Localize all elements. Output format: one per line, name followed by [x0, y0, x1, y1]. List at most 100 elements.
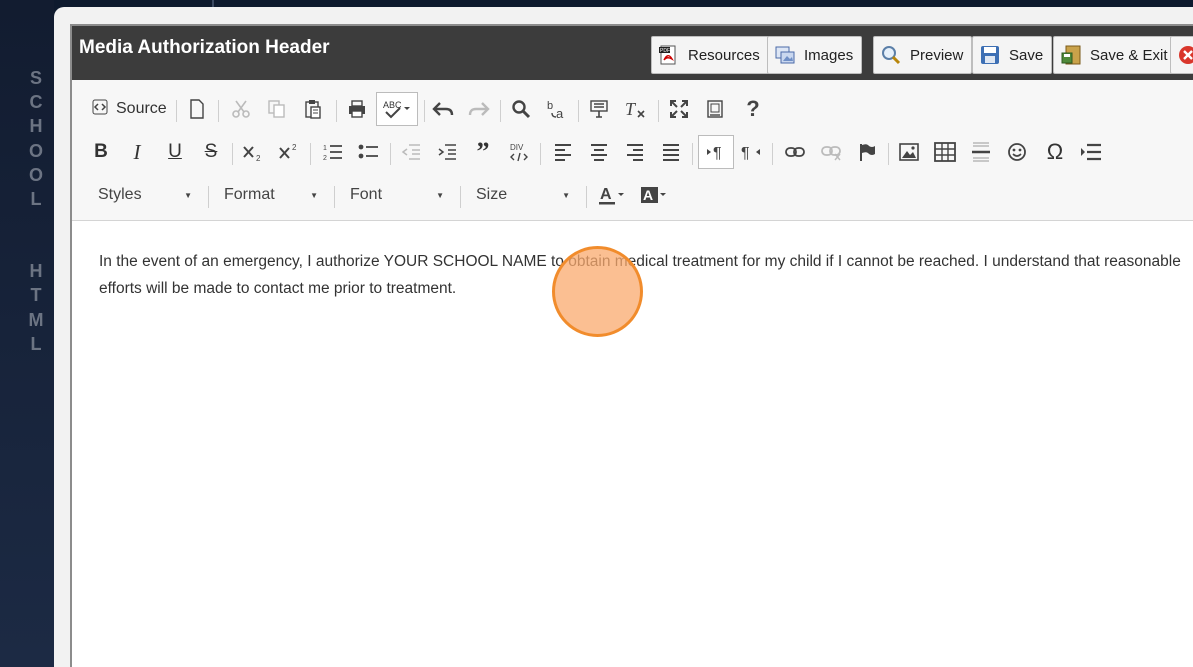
undo-icon[interactable]: [428, 92, 458, 126]
chevron-down-icon: ▼: [184, 190, 192, 200]
svg-text:a: a: [556, 106, 564, 120]
strikethrough-icon[interactable]: S: [196, 135, 226, 169]
text-color-icon[interactable]: A: [594, 178, 630, 212]
indent-icon[interactable]: [432, 135, 462, 169]
toolbar-row-3: Styles ▼ Format ▼ Font ▼ Size ▼ A A: [72, 178, 1193, 214]
special-char-icon[interactable]: Ω: [1040, 135, 1070, 169]
floppy-icon: [979, 44, 1001, 66]
anchor-flag-icon[interactable]: [852, 135, 882, 169]
styles-dropdown[interactable]: Styles ▼: [92, 178, 202, 212]
school-html-logo: S C H O O L H T M L: [26, 66, 46, 356]
close-icon: [1177, 44, 1193, 66]
bold-icon[interactable]: B: [86, 135, 116, 169]
svg-text:¶: ¶: [713, 145, 722, 162]
resources-button[interactable]: PDF Resources: [651, 36, 769, 74]
toolbar-separator: [586, 186, 587, 208]
redo-icon[interactable]: [464, 92, 494, 126]
print-icon[interactable]: [342, 92, 372, 126]
save-label: Save: [1009, 46, 1044, 64]
toolbar-separator: [176, 100, 177, 122]
superscript-icon[interactable]: 2: [274, 135, 304, 169]
preview-label: Preview: [910, 46, 964, 64]
toolbar-separator: [658, 100, 659, 122]
font-dropdown[interactable]: Font ▼: [344, 178, 454, 212]
new-page-icon[interactable]: [182, 92, 212, 126]
editor-header: Media Authorization Header PDF Resources…: [72, 26, 1193, 80]
text-direction-rtl-icon[interactable]: ¶: [736, 135, 766, 169]
toolbar-separator: [578, 100, 579, 122]
logo-letter: T: [30, 285, 42, 306]
toolbar-row-1: Source ABC b a T ?: [72, 92, 1193, 128]
align-center-icon[interactable]: [584, 135, 614, 169]
spellcheck-icon[interactable]: ABC: [376, 92, 418, 126]
editor-content[interactable]: In the event of an emergency, I authoriz…: [99, 248, 1193, 302]
chevron-down-icon: ▼: [436, 190, 444, 200]
wysiwyg-editor: Media Authorization Header PDF Resources…: [70, 24, 1193, 667]
remove-format-icon[interactable]: T: [620, 92, 650, 126]
toolbar-separator: [232, 143, 233, 165]
images-button[interactable]: Images: [767, 36, 863, 74]
align-left-icon[interactable]: [548, 135, 578, 169]
text-direction-ltr-icon[interactable]: ¶: [698, 135, 734, 169]
underline-icon[interactable]: U: [160, 135, 190, 169]
save-button[interactable]: Save: [972, 36, 1053, 74]
svg-text:¶: ¶: [741, 145, 750, 162]
logo-gap: [26, 211, 46, 259]
svg-text:A: A: [643, 187, 653, 203]
page-break-icon[interactable]: [1076, 135, 1106, 169]
create-div-icon[interactable]: DIV: [504, 135, 534, 169]
toolbar-separator: [310, 143, 311, 165]
svg-text:2: 2: [292, 143, 297, 152]
save-exit-icon: [1060, 44, 1082, 66]
table-icon[interactable]: [930, 135, 960, 169]
preview-button[interactable]: Preview: [873, 36, 973, 74]
editor-title: Media Authorization Header: [79, 37, 330, 58]
save-exit-button[interactable]: Save & Exit: [1053, 36, 1177, 74]
logo-letter: O: [28, 164, 43, 185]
toolbar-separator: [540, 143, 541, 165]
svg-text:A: A: [600, 186, 612, 203]
toolbar-separator: [772, 143, 773, 165]
logo-letter: L: [30, 188, 42, 209]
smiley-icon[interactable]: [1002, 135, 1032, 169]
help-icon[interactable]: ?: [738, 92, 768, 126]
images-label: Images: [804, 46, 854, 64]
background-color-icon[interactable]: A: [636, 178, 672, 212]
blockquote-icon[interactable]: ”: [468, 135, 498, 169]
outdent-icon[interactable]: [396, 135, 426, 169]
show-blocks-icon[interactable]: [584, 92, 614, 126]
replace-icon[interactable]: ba: [542, 92, 572, 126]
pdf-icon: PDF: [658, 44, 680, 66]
toolbar-separator: [424, 100, 425, 122]
source-button[interactable]: Source: [92, 92, 170, 126]
find-icon[interactable]: [506, 92, 536, 126]
toolbar-separator: [218, 100, 219, 122]
close-button[interactable]: [1170, 36, 1193, 74]
font-label: Font: [350, 186, 383, 203]
bulleted-list-icon[interactable]: [354, 135, 384, 169]
numbered-list-icon[interactable]: 12: [318, 135, 348, 169]
image-icon[interactable]: [894, 135, 924, 169]
logo-letter: M: [28, 309, 44, 330]
horizontal-line-icon[interactable]: [966, 135, 996, 169]
unlink-icon[interactable]: [816, 135, 846, 169]
logo-letter: S: [29, 68, 42, 88]
cut-icon[interactable]: [226, 92, 256, 126]
copy-icon[interactable]: [262, 92, 292, 126]
maximize-icon[interactable]: [664, 92, 694, 126]
toolbar-row-2: B I U S 2 2 12 ” DIV ¶ ¶ Ω: [72, 135, 1193, 171]
svg-text:2: 2: [323, 155, 327, 162]
justify-icon[interactable]: [656, 135, 686, 169]
format-label: Format: [224, 186, 275, 203]
svg-text:DIV: DIV: [510, 143, 524, 152]
format-dropdown[interactable]: Format ▼: [218, 178, 328, 212]
svg-text:PDF: PDF: [660, 48, 670, 54]
link-icon[interactable]: [780, 135, 810, 169]
align-right-icon[interactable]: [620, 135, 650, 169]
subscript-icon[interactable]: 2: [238, 135, 268, 169]
paste-icon[interactable]: [298, 92, 328, 126]
size-dropdown[interactable]: Size ▼: [470, 178, 580, 212]
toolbar-separator: [692, 143, 693, 165]
italic-icon[interactable]: I: [122, 135, 152, 169]
preview-doc-icon[interactable]: [700, 92, 730, 126]
